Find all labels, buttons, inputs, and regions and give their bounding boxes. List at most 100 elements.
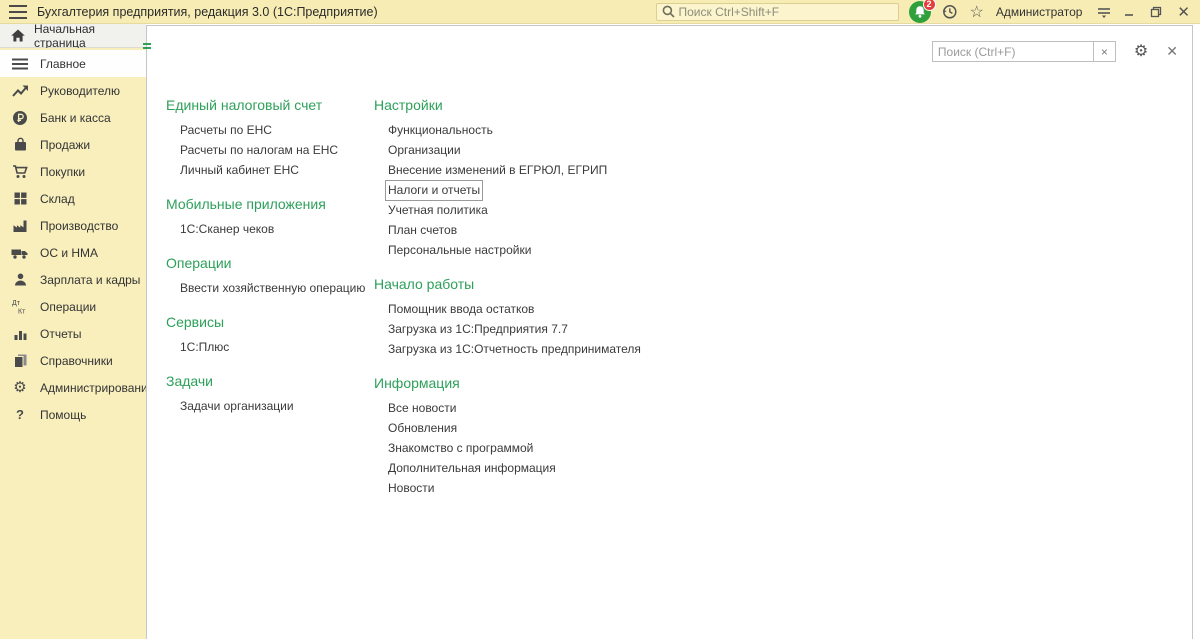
- menu-link[interactable]: Обновления: [388, 419, 457, 438]
- menu-link[interactable]: Личный кабинет ЕНС: [180, 161, 299, 180]
- trend-icon: [10, 82, 30, 99]
- service-menu-button[interactable]: [1096, 4, 1112, 20]
- menu-link[interactable]: Задачи организации: [180, 397, 294, 416]
- svg-text:Дт: Дт: [12, 300, 21, 307]
- menu-link[interactable]: Загрузка из 1С:Предприятия 7.7: [388, 320, 568, 339]
- sidebar: Главное Руководителю Банк и касса Продаж…: [0, 48, 146, 639]
- sidebar-item[interactable]: Склад: [0, 185, 146, 212]
- menu-link[interactable]: Налоги и отчеты: [386, 181, 482, 200]
- menu-link[interactable]: Дополнительная информация: [388, 459, 556, 478]
- sidebar-item[interactable]: Продажи: [0, 131, 146, 158]
- question-icon: ?: [10, 406, 30, 423]
- global-search-box[interactable]: [656, 3, 899, 21]
- menu-section: Мобильные приложения 1С:Сканер чеков: [166, 196, 371, 239]
- sidebar-item[interactable]: ДтКт Операции: [0, 293, 146, 320]
- books-icon: [10, 352, 30, 369]
- menu-link[interactable]: Знакомство с программой: [388, 439, 533, 458]
- search-icon: [662, 5, 675, 18]
- menu-link[interactable]: Расчеты по ЕНС: [180, 121, 272, 140]
- dtkt-icon: Дт Кт: [10, 298, 30, 315]
- menu-link[interactable]: Учетная политика: [388, 201, 488, 220]
- menu-link[interactable]: 1С:Сканер чеков: [180, 220, 274, 239]
- notifications-button[interactable]: 2: [909, 1, 931, 23]
- section-heading[interactable]: Единый налоговый счет: [166, 97, 371, 113]
- sidebar-item[interactable]: Руководителю: [0, 77, 146, 104]
- section-heading[interactable]: Начало работы: [374, 276, 694, 292]
- global-search-input[interactable]: [679, 5, 893, 19]
- close-window-button[interactable]: ✕: [1177, 3, 1190, 21]
- section-heading[interactable]: Сервисы: [166, 314, 371, 330]
- notification-badge: 2: [923, 0, 936, 11]
- menu-link[interactable]: Функциональность: [388, 121, 493, 140]
- sidebar-item[interactable]: Производство: [0, 212, 146, 239]
- menu-link[interactable]: Расчеты по налогам на ЕНС: [180, 141, 338, 160]
- main-content-panel: × ⚙ ✕ Единый налоговый счет Расчеты по Е…: [146, 25, 1193, 639]
- menu-section: Начало работы Помощник ввода остатков За…: [374, 276, 694, 359]
- menu-link[interactable]: Помощник ввода остатков: [388, 300, 534, 319]
- menu-icon: [10, 55, 30, 72]
- section-heading[interactable]: Задачи: [166, 373, 371, 389]
- menu-link[interactable]: Организации: [388, 141, 461, 160]
- menu-link[interactable]: Все новости: [388, 399, 456, 418]
- cart-icon: [10, 163, 30, 180]
- menu-link[interactable]: Ввести хозяйственную операцию: [180, 279, 365, 298]
- content-column-1: Единый налоговый счет Расчеты по ЕНС Рас…: [166, 97, 371, 432]
- section-heading[interactable]: Операции: [166, 255, 371, 271]
- sidebar-item[interactable]: ⚙ Администрирование: [0, 374, 146, 401]
- content-toolbar: × ⚙ ✕: [932, 41, 1178, 62]
- sidebar-item[interactable]: Отчеты: [0, 320, 146, 347]
- person-icon: [10, 271, 30, 288]
- svg-text:Кт: Кт: [18, 309, 26, 316]
- sidebar-item[interactable]: ? Помощь: [0, 401, 146, 428]
- tab-home-page[interactable]: Начальная страница: [0, 24, 146, 48]
- minimize-button[interactable]: [1124, 6, 1135, 17]
- sidebar-item[interactable]: Справочники: [0, 347, 146, 374]
- main-menu-icon[interactable]: [9, 5, 27, 19]
- menu-link[interactable]: Персональные настройки: [388, 241, 531, 260]
- settings-gear-icon[interactable]: ⚙: [1134, 44, 1148, 60]
- menu-section: Задачи Задачи организации: [166, 373, 371, 416]
- sidebar-item[interactable]: Банк и касса: [0, 104, 146, 131]
- title-bar: Бухгалтерия предприятия, редакция 3.0 (1…: [0, 0, 1200, 24]
- menu-link[interactable]: Новости: [388, 479, 434, 498]
- sidebar-item[interactable]: Покупки: [0, 158, 146, 185]
- menu-link[interactable]: Внесение изменений в ЕГРЮЛ, ЕГРИП: [388, 161, 607, 180]
- factory-icon: [10, 217, 30, 234]
- favorites-button[interactable]: ☆: [970, 2, 984, 22]
- restore-button[interactable]: [1150, 6, 1162, 18]
- sidebar-splitter-grip[interactable]: [143, 43, 151, 49]
- gear-icon: ⚙: [10, 379, 30, 396]
- chart-icon: [10, 325, 30, 342]
- bag-icon: [10, 136, 30, 153]
- ruble-icon: [10, 109, 30, 126]
- history-button[interactable]: [941, 3, 958, 20]
- current-user[interactable]: Администратор: [996, 5, 1083, 19]
- close-panel-icon[interactable]: ✕: [1166, 43, 1178, 60]
- menu-section: Информация Все новости Обновления Знаком…: [374, 375, 694, 498]
- local-search-box[interactable]: ×: [932, 41, 1116, 62]
- menu-link[interactable]: Загрузка из 1С:Отчетность предпринимател…: [388, 340, 641, 359]
- menu-section: Единый налоговый счет Расчеты по ЕНС Рас…: [166, 97, 371, 180]
- clear-search-icon[interactable]: ×: [1093, 42, 1115, 61]
- service-menu-icon: [1096, 4, 1112, 20]
- history-icon: [941, 3, 958, 20]
- sidebar-item[interactable]: Главное: [0, 50, 146, 77]
- home-icon: [11, 29, 25, 42]
- content-column-2: Настройки Функциональность Организации В…: [374, 97, 694, 514]
- menu-section: Настройки Функциональность Организации В…: [374, 97, 694, 260]
- section-heading[interactable]: Мобильные приложения: [166, 196, 371, 212]
- sidebar-item[interactable]: Зарплата и кадры: [0, 266, 146, 293]
- window-title: Бухгалтерия предприятия, редакция 3.0 (1…: [37, 5, 378, 19]
- menu-section: Операции Ввести хозяйственную операцию: [166, 255, 371, 298]
- menu-link[interactable]: 1С:Плюс: [180, 338, 229, 357]
- boxes-icon: [10, 190, 30, 207]
- local-search-input[interactable]: [933, 42, 1093, 61]
- section-heading[interactable]: Настройки: [374, 97, 694, 113]
- restore-icon: [1150, 6, 1162, 18]
- truck-icon: [10, 244, 30, 261]
- menu-link[interactable]: План счетов: [388, 221, 457, 240]
- minimize-icon: [1124, 6, 1135, 17]
- section-heading[interactable]: Информация: [374, 375, 694, 391]
- sidebar-item[interactable]: ОС и НМА: [0, 239, 146, 266]
- menu-section: Сервисы 1С:Плюс: [166, 314, 371, 357]
